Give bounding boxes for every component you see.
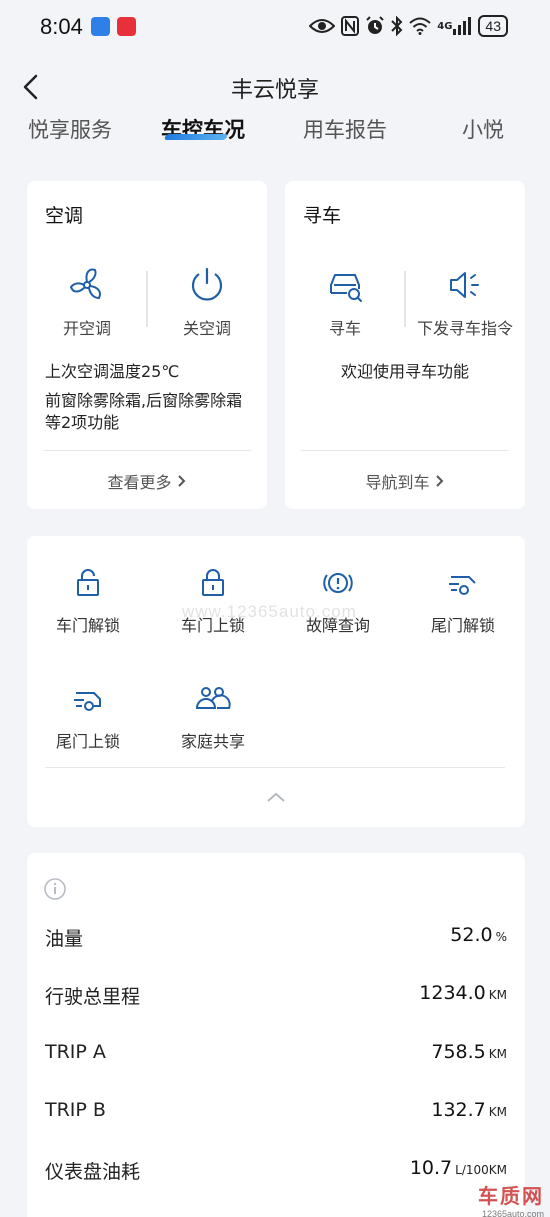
ac-card: 空调 开空调 关空调 上次空调温度25℃ 前窗除雾除霜,后窗除雾除霜等2项功能 … <box>27 181 267 509</box>
door-unlock-button[interactable]: 车门解锁 <box>33 568 143 636</box>
eye-icon <box>309 15 336 37</box>
fuel-unit: % <box>495 930 507 944</box>
app-notification-icon <box>91 17 110 36</box>
chevron-right-icon <box>435 473 445 492</box>
power-icon <box>147 265 267 305</box>
chevron-up-icon[interactable] <box>266 788 286 807</box>
status-value: 1234.0 KM <box>419 982 507 1004</box>
status-row-trip-a: TRIP A 758.5 KM <box>45 1041 507 1071</box>
tailgate-lock-button[interactable]: 尾门上锁 <box>33 684 143 752</box>
corner-watermark-main: 车质网 <box>478 1184 544 1208</box>
door-unlock-icon <box>33 568 143 598</box>
status-row-consumption: 仪表盘油耗 10.7 L/100KM <box>45 1157 507 1187</box>
status-value: 758.5 KM <box>431 1041 507 1063</box>
consumption-value: 10.7 <box>409 1157 453 1179</box>
corner-watermark-logo: 车质网 12365auto.com <box>478 1180 544 1217</box>
door-lock-icon <box>158 568 268 598</box>
ac-off-label: 关空调 <box>182 319 231 338</box>
family-share-icon <box>158 684 268 714</box>
fault-query-icon <box>283 568 393 598</box>
wifi-icon <box>409 15 431 37</box>
find-car-card: 寻车 寻车 下发寻车指令 欢迎使用寻车功能 导航到车 <box>285 181 525 509</box>
door-unlock-label: 车门解锁 <box>55 616 120 635</box>
info-icon[interactable] <box>43 877 67 905</box>
divider <box>43 450 251 451</box>
ac-more-link[interactable]: 查看更多 <box>27 469 267 493</box>
battery-indicator: 43 <box>478 15 508 37</box>
status-bar: 8:04 4G 43 <box>0 0 550 56</box>
family-share-button[interactable]: 家庭共享 <box>158 684 268 752</box>
tab-service[interactable]: 悦享服务 <box>28 114 112 144</box>
ac-card-title: 空调 <box>45 205 84 227</box>
status-label: 仪表盘油耗 <box>45 1161 141 1183</box>
tab-report[interactable]: 用车报告 <box>303 114 387 144</box>
divider <box>45 767 505 768</box>
ac-off-button[interactable]: 关空调 <box>147 265 267 339</box>
tab-bar: 悦享服务 车控车况 用车报告 小悦 <box>0 108 550 150</box>
ac-last-temp: 上次空调温度25℃ <box>45 362 180 381</box>
status-icons: 4G 43 <box>309 15 508 37</box>
navigate-label: 导航到车 <box>365 473 430 492</box>
tailgate-lock-label: 尾门上锁 <box>55 732 120 751</box>
tailgate-unlock-label: 尾门解锁 <box>430 616 495 635</box>
nfc-icon <box>341 15 360 37</box>
fan-icon <box>27 265 147 305</box>
trip-a-unit: KM <box>488 1047 507 1061</box>
find-car-welcome: 欢迎使用寻车功能 <box>340 362 469 381</box>
status-value: 10.7 L/100KM <box>410 1157 507 1179</box>
tailgate-unlock-button[interactable]: 尾门解锁 <box>408 568 518 636</box>
ac-on-label: 开空调 <box>62 319 111 338</box>
fuel-value: 52.0 <box>450 924 493 946</box>
app-notification-icon <box>117 17 136 36</box>
status-value: 132.7 KM <box>431 1099 507 1121</box>
tailgate-unlock-icon <box>408 568 518 598</box>
controls-card: 车门解锁 车门上锁 故障查询 尾门解锁 尾门上锁 家庭共享 <box>27 536 525 827</box>
send-find-command-button[interactable]: 下发寻车指令 <box>405 265 525 339</box>
odometer-unit: KM <box>488 988 507 1002</box>
status-row-trip-b: TRIP B 132.7 KM <box>45 1099 507 1129</box>
send-find-command-label: 下发寻车指令 <box>416 319 513 338</box>
tailgate-lock-icon <box>33 684 143 714</box>
active-tab-indicator <box>163 134 229 140</box>
ac-on-button[interactable]: 开空调 <box>27 265 147 339</box>
find-car-card-title: 寻车 <box>303 205 342 227</box>
navigate-to-car-link[interactable]: 导航到车 <box>285 469 525 493</box>
trip-b-unit: KM <box>488 1105 507 1119</box>
status-row-fuel: 油量 52.0% <box>45 924 507 954</box>
network-type: 4G <box>437 20 453 32</box>
find-car-label: 寻车 <box>328 319 361 338</box>
status-row-odometer: 行驶总里程 1234.0 KM <box>45 982 507 1012</box>
status-label: 行驶总里程 <box>45 986 141 1008</box>
consumption-unit: L/100KM <box>455 1163 507 1177</box>
speaker-icon <box>405 265 525 305</box>
tab-assistant[interactable]: 小悦 <box>462 114 504 144</box>
alarm-icon <box>365 15 385 37</box>
trip-b-value: 132.7 <box>431 1099 486 1121</box>
ac-defrost-desc: 前窗除雾除霜,后窗除雾除霜等2项功能 <box>45 391 243 432</box>
ac-more-label: 查看更多 <box>107 473 172 492</box>
status-value: 52.0% <box>450 924 507 946</box>
odometer-value: 1234.0 <box>419 982 486 1004</box>
status-label: TRIP B <box>45 1099 106 1121</box>
status-label: 油量 <box>45 928 84 950</box>
page-title: 丰云悦享 <box>230 78 319 103</box>
find-car-button[interactable]: 寻车 <box>285 265 405 339</box>
status-label: TRIP A <box>45 1041 106 1063</box>
watermark: www.12365auto.com <box>182 602 357 621</box>
corner-watermark-sub: 12365auto.com <box>481 1209 544 1217</box>
car-search-icon <box>285 265 405 305</box>
signal-icon: 4G <box>437 15 472 37</box>
divider <box>301 450 509 451</box>
chevron-right-icon <box>177 473 187 492</box>
trip-a-value: 758.5 <box>431 1041 486 1063</box>
status-time: 8:04 <box>40 14 83 39</box>
bluetooth-icon <box>391 15 403 37</box>
family-share-label: 家庭共享 <box>180 732 245 751</box>
